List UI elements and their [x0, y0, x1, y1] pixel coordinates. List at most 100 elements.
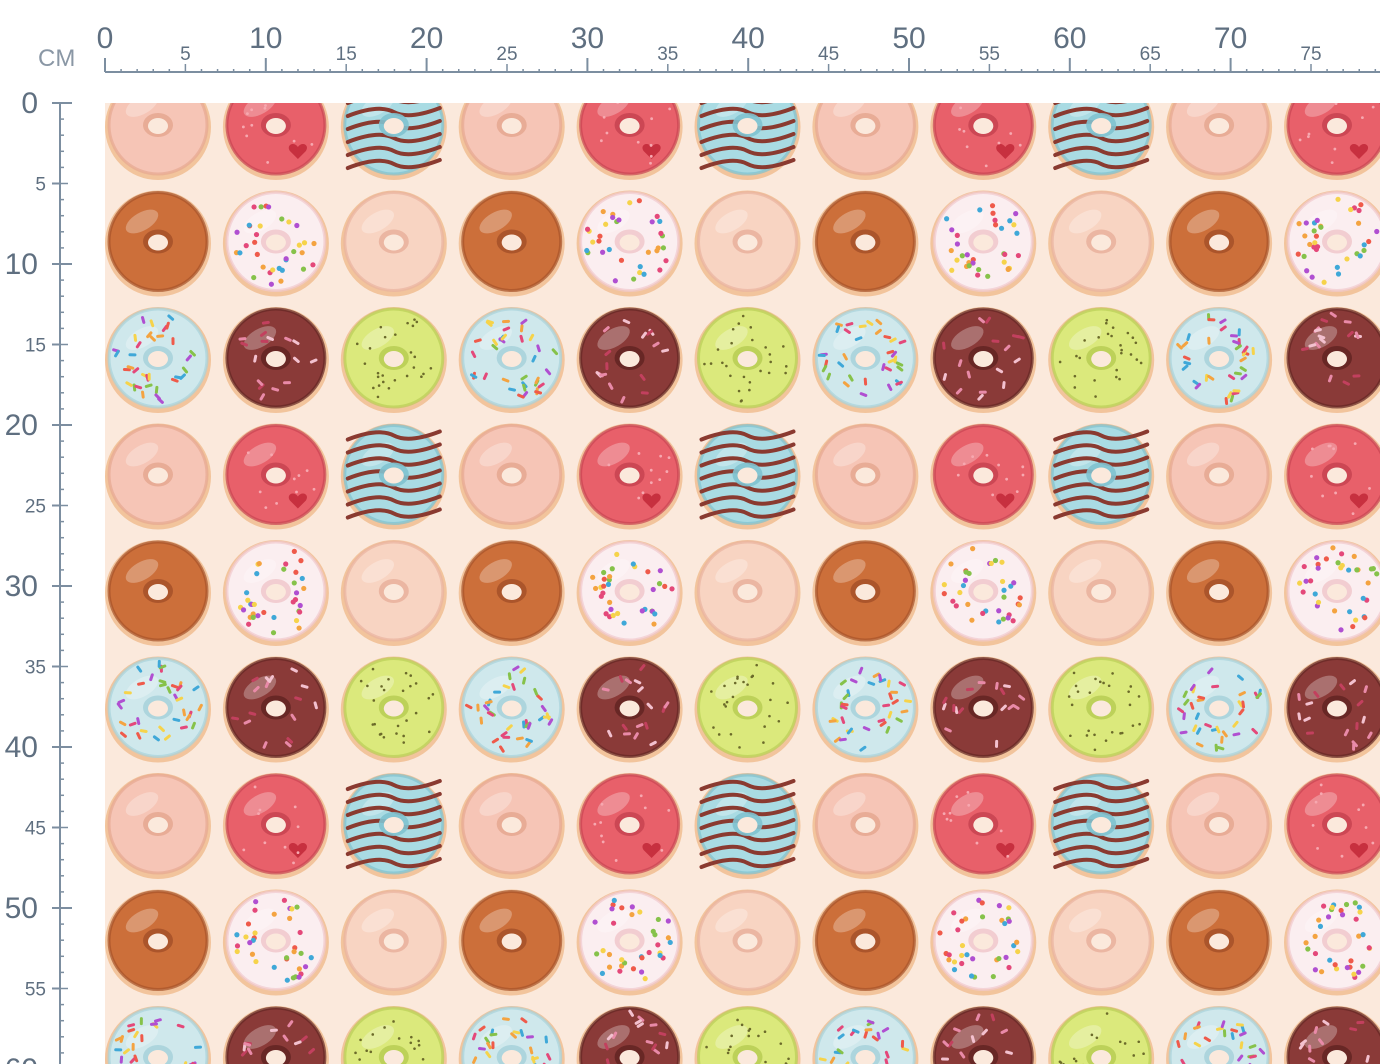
seed-speck [782, 345, 785, 348]
donut-hole [619, 933, 640, 950]
sugar-speck [958, 128, 961, 131]
sprinkle [297, 609, 303, 615]
sprinkle [948, 247, 954, 254]
donut-hole [1327, 700, 1347, 717]
donut-hole [619, 234, 640, 251]
sprinkle [1344, 256, 1350, 262]
donut-white-sprinkle [930, 540, 1037, 646]
sugar-speck [1363, 90, 1366, 93]
sprinkle [251, 601, 257, 608]
seed-speck [786, 701, 789, 705]
ruler-v-label: 40 [5, 731, 38, 764]
donut-hole [265, 817, 286, 833]
sprinkle [995, 739, 999, 748]
donut-hole [737, 700, 758, 717]
donut-hole [1209, 584, 1230, 600]
seed-speck [777, 719, 781, 723]
seed-speck [1106, 332, 1110, 336]
donut-blue-stripe [340, 103, 447, 180]
sprinkle [1355, 220, 1362, 226]
chocolate-drizzle [699, 103, 774, 105]
seed-speck [730, 1034, 733, 1038]
sprinkle [1311, 228, 1317, 234]
sprinkle [609, 566, 615, 572]
sprinkle [1335, 271, 1342, 277]
sprinkle [254, 251, 260, 258]
sprinkle [1358, 202, 1364, 208]
seed-speck [705, 1045, 708, 1049]
donut-hole [383, 351, 404, 367]
sprinkle [655, 916, 661, 923]
seed-speck [1131, 336, 1135, 340]
seed-speck [1093, 748, 1097, 752]
sugar-speck [1330, 161, 1334, 165]
sprinkle [629, 904, 635, 910]
donut-strawberry-heart [576, 103, 683, 180]
seed-speck [763, 1030, 767, 1034]
donut-hole [973, 700, 994, 717]
sprinkle [1011, 580, 1017, 586]
seed-speck [1123, 1042, 1127, 1045]
sprinkle [944, 216, 950, 222]
sprinkle [1296, 221, 1302, 227]
donut-hole [973, 234, 994, 251]
seed-speck [737, 389, 741, 393]
ruler-h-label: 30 [571, 22, 604, 55]
sugar-speck [242, 848, 246, 852]
sprinkle [996, 903, 1002, 909]
sprinkle [1002, 920, 1008, 927]
sprinkle [1352, 900, 1358, 906]
sprinkle [977, 681, 986, 685]
sprinkle [1339, 551, 1345, 557]
sprinkle [949, 227, 955, 233]
sugar-speck [1021, 473, 1025, 477]
sprinkle [641, 271, 647, 277]
sugar-speck [599, 821, 603, 824]
donut-hole [501, 933, 522, 950]
seed-speck [747, 1029, 751, 1032]
seed-speck [1102, 681, 1105, 685]
donut-hole [619, 118, 640, 134]
sprinkle [253, 899, 259, 905]
sprinkle [992, 222, 999, 228]
sprinkle [1360, 932, 1366, 938]
seed-speck [739, 399, 743, 403]
sprinkle [979, 900, 985, 906]
sugar-speck [959, 106, 963, 110]
sugar-speck [999, 829, 1003, 833]
sugar-speck [997, 463, 1001, 467]
donut-hole [855, 234, 876, 251]
seed-speck [372, 699, 376, 702]
sprinkle [289, 906, 295, 912]
sprinkle [606, 964, 613, 970]
sugar-speck [1353, 442, 1357, 445]
seed-speck [763, 725, 766, 728]
sprinkle [251, 204, 257, 210]
seed-speck [371, 667, 375, 671]
sprinkle [1015, 252, 1021, 259]
donut-hole [973, 467, 994, 484]
sprinkle [147, 372, 151, 381]
sprinkle [1370, 566, 1376, 572]
sprinkle [960, 582, 967, 589]
sprinkle [1348, 206, 1354, 213]
seed-speck [383, 1026, 386, 1029]
sprinkle [1001, 594, 1007, 600]
sprinkle [631, 276, 637, 282]
seed-speck [417, 1039, 420, 1043]
sprinkle [1361, 242, 1367, 248]
sugar-speck [1364, 826, 1368, 829]
seed-speck [1067, 695, 1071, 698]
donut-pale-glaze [340, 190, 447, 297]
sugar-speck [1335, 89, 1338, 92]
sprinkle [962, 577, 969, 583]
sprinkle [1351, 553, 1357, 559]
seed-speck [1118, 1040, 1122, 1044]
sugar-speck [955, 795, 959, 798]
seed-speck [1070, 703, 1074, 707]
seed-speck [420, 375, 423, 378]
donut-white-sprinkle [930, 889, 1037, 996]
sprinkle [623, 732, 632, 736]
sprinkle [234, 943, 241, 949]
sprinkle [301, 240, 308, 246]
